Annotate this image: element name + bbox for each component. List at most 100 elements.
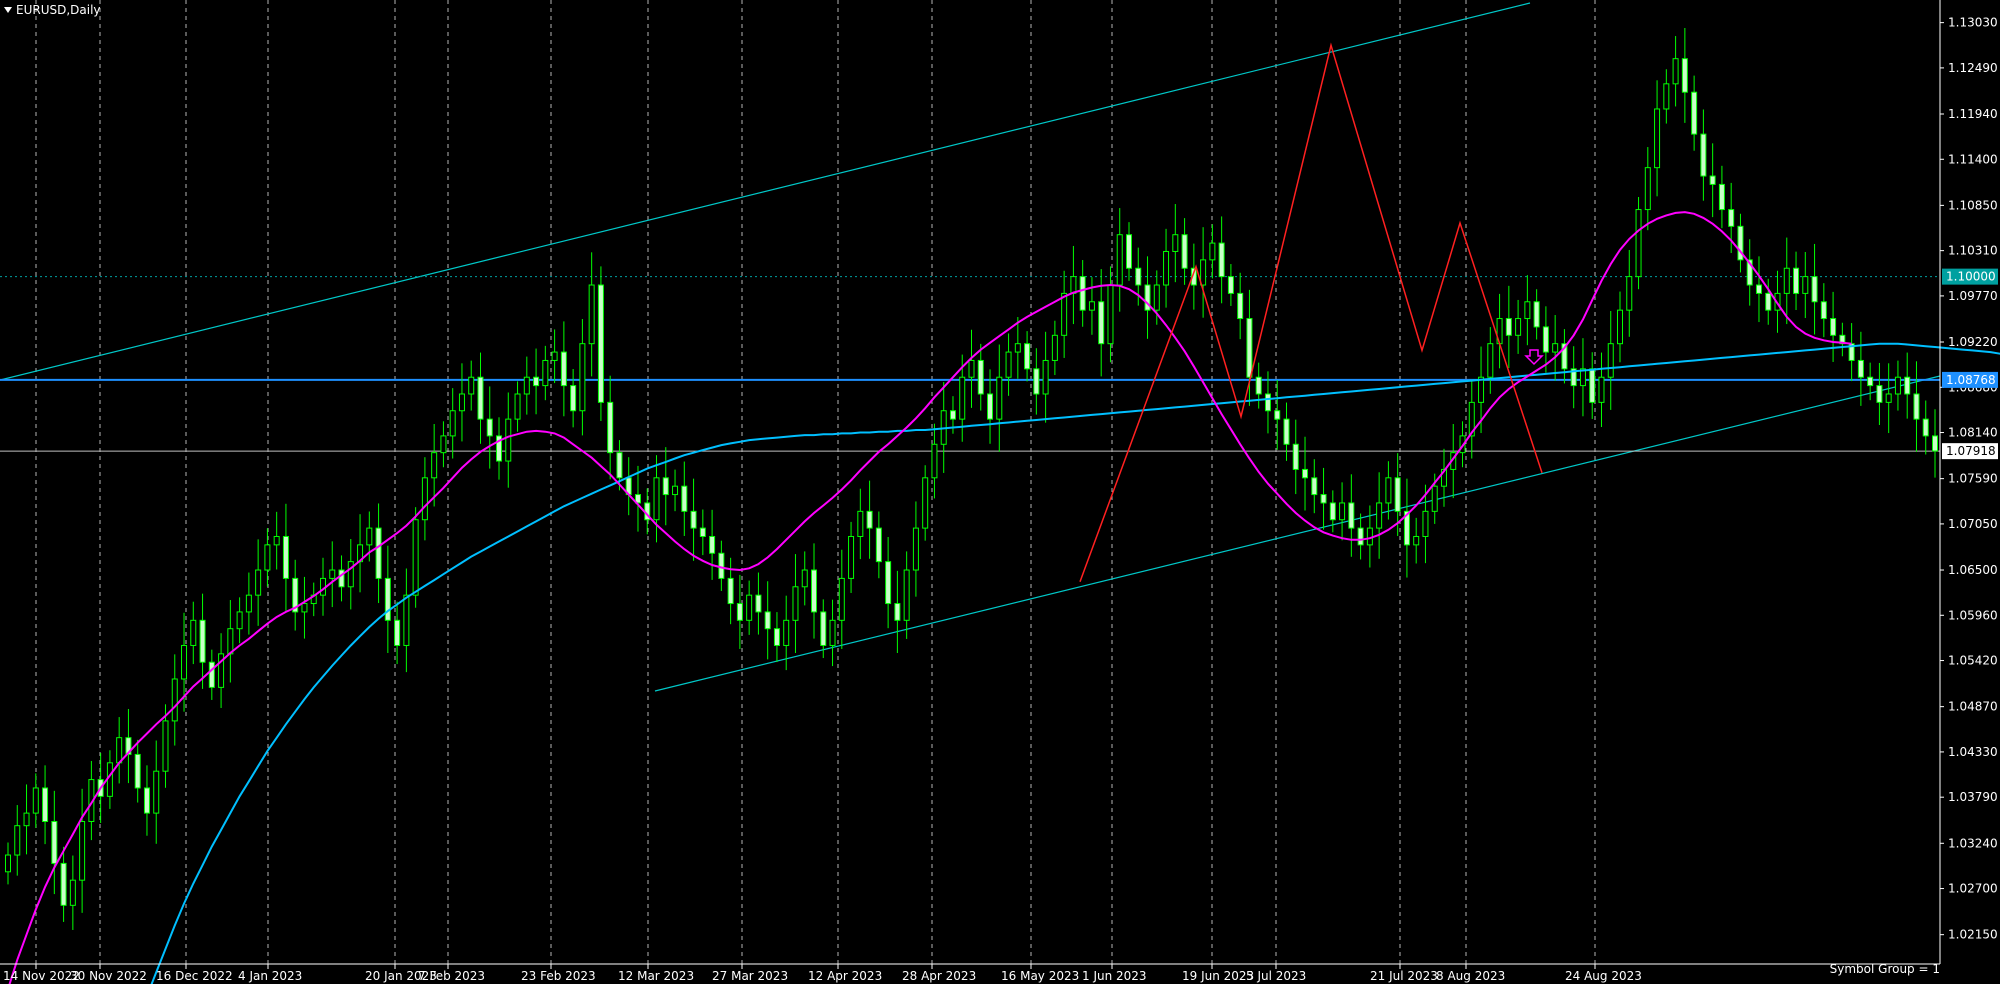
time-tick-label: 16 Dec 2022 <box>156 969 233 983</box>
candle-body-bull <box>1153 284 1160 311</box>
candle-body-bull <box>440 435 447 454</box>
candle <box>496 417 503 480</box>
candle-body-bear <box>1589 368 1596 403</box>
candle-body-bull <box>264 544 271 571</box>
candle <box>1913 361 1920 452</box>
candle <box>310 582 317 617</box>
candle <box>1904 352 1911 419</box>
candle-body-bull <box>329 569 336 579</box>
candle <box>1172 204 1179 283</box>
candle <box>1302 436 1309 511</box>
candle-body-bull <box>32 787 39 814</box>
candle-body-bear <box>1691 91 1698 135</box>
candle <box>338 555 345 602</box>
candle <box>1033 348 1040 415</box>
candle-body-bear <box>1283 418 1290 445</box>
candle-body-bull <box>931 443 938 479</box>
price-chart[interactable]: 1.13030 1.12490 1.11940 1.11400 1.10850 1.103… <box>0 0 2000 984</box>
candle-body-bull <box>523 376 530 395</box>
candle-body-bear <box>1218 242 1225 278</box>
candle-body-bull <box>783 619 790 646</box>
candle-body-bull <box>1376 502 1383 529</box>
candle <box>1820 283 1827 338</box>
candle-body-bull <box>968 359 975 378</box>
candle-body-bull <box>190 619 197 646</box>
candle-body-bull <box>542 359 549 387</box>
time-tick-label: 28 Apr 2023 <box>902 969 976 983</box>
candle-body-bull <box>792 586 799 621</box>
candle-body-bear <box>709 535 716 554</box>
price-tick-label: 1.06500 <box>1948 563 1998 577</box>
candle <box>375 503 382 604</box>
candle-body-bull <box>403 594 410 646</box>
candle-body-bear <box>1709 175 1716 185</box>
candle-body-bull <box>1663 83 1670 110</box>
candle <box>1274 380 1281 450</box>
candle <box>1283 402 1290 461</box>
time-tick-label: 16 May 2023 <box>1001 969 1079 983</box>
price-axis: 1.13030 1.12490 1.11940 1.11400 1.10850 1.103… <box>0 0 1998 965</box>
candle-body-bull <box>1524 301 1531 320</box>
candle <box>1413 517 1420 564</box>
time-tick-label: 8 Aug 2023 <box>1436 969 1505 983</box>
candle-body-bull <box>801 569 808 588</box>
candle <box>1357 513 1364 560</box>
candle-body-bull <box>23 812 30 827</box>
candle <box>1042 331 1049 423</box>
candle-body-bear <box>885 561 892 605</box>
time-tick-label: 1 Jun 2023 <box>1082 969 1147 983</box>
time-tick-label: 24 Aug 2023 <box>1565 969 1642 983</box>
candle-body-bear <box>755 594 762 613</box>
candle-body-bear <box>560 351 567 387</box>
candle-body-bull <box>1061 292 1068 336</box>
candle-body-bull <box>1413 535 1420 546</box>
candle <box>60 846 67 922</box>
candle-body-bull <box>347 561 354 588</box>
candle-body-bull <box>1515 318 1522 336</box>
candle <box>190 601 197 665</box>
candle <box>848 521 855 593</box>
candle <box>523 356 530 415</box>
candle <box>1024 331 1031 382</box>
candle <box>1885 363 1892 434</box>
candle <box>912 501 919 597</box>
candle <box>1793 251 1800 310</box>
candle <box>1700 109 1707 201</box>
symbol-group-label: Symbol Group = 1 <box>1829 962 1940 976</box>
candle <box>1635 196 1642 290</box>
candle <box>1468 379 1475 459</box>
candle-body-bull <box>181 644 188 680</box>
candle-body-bull <box>505 418 512 462</box>
candle-body-bull <box>1200 259 1207 286</box>
candle <box>486 386 493 469</box>
candle <box>106 750 113 809</box>
candle <box>1839 322 1846 357</box>
candle <box>746 580 753 635</box>
price-tick-label: 1.10310 <box>1948 244 1998 258</box>
candle-body-bull <box>245 594 252 613</box>
candle <box>514 381 521 432</box>
candle-body-bull <box>1385 477 1392 504</box>
candle <box>1200 227 1207 318</box>
candle-body-bear <box>1755 284 1762 294</box>
candle-body-bull <box>912 527 919 571</box>
candle <box>245 572 252 635</box>
candles <box>5 27 1938 930</box>
candle-body-bear <box>1867 376 1874 387</box>
candle <box>1329 490 1336 533</box>
candle <box>1830 291 1837 362</box>
channel-upper-line <box>0 2 1531 381</box>
candle-body-bull <box>116 737 123 764</box>
price-label-text: 1.10000 <box>1946 270 1996 284</box>
candle <box>116 717 123 784</box>
time-tick-label: 5 Jul 2023 <box>1246 969 1306 983</box>
candle-body-bull <box>412 519 419 596</box>
candle-body-bull <box>1617 309 1624 345</box>
candle-body-bear <box>533 376 540 387</box>
candle <box>236 597 243 644</box>
candle-body-bear <box>394 619 401 646</box>
ma-fast-line <box>8 211 1852 984</box>
candle-body-bull <box>922 477 929 529</box>
candle-body-bull <box>153 770 160 814</box>
candle <box>51 790 58 895</box>
